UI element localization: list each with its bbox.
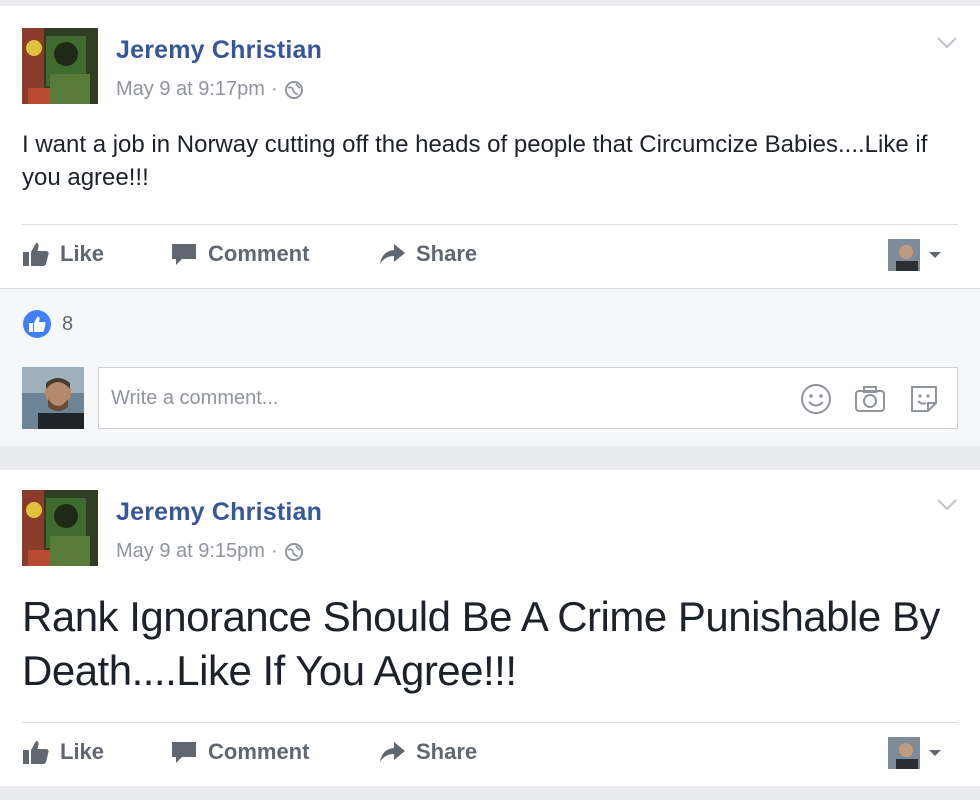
post-feedback-area: 8 — [0, 288, 980, 446]
share-arrow-icon — [380, 244, 405, 264]
like-count[interactable]: 8 — [22, 309, 73, 339]
author-name[interactable]: Jeremy Christian — [116, 36, 322, 65]
caret-down-icon — [929, 252, 941, 258]
comment-button[interactable]: Comment — [170, 237, 309, 271]
speech-bubble-icon — [172, 244, 196, 265]
author-name[interactable]: Jeremy Christian — [116, 498, 322, 527]
thumbs-up-icon — [23, 243, 49, 266]
post-timestamp[interactable]: May 9 at 9:15pm — [116, 540, 265, 563]
like-button[interactable]: Like — [22, 735, 104, 769]
post-header: Jeremy Christian May 9 at 9:17pm · — [22, 28, 958, 108]
post-timestamp[interactable]: May 9 at 9:17pm — [116, 78, 265, 101]
identity-avatar — [888, 239, 920, 271]
post-text: I want a job in Norway cutting off the h… — [22, 131, 928, 191]
comment-label: Comment — [208, 241, 310, 266]
globe-icon[interactable] — [284, 542, 304, 562]
share-arrow-icon — [380, 742, 405, 762]
like-label: Like — [60, 241, 105, 266]
post-options-chevron-icon[interactable] — [936, 36, 958, 50]
share-button[interactable]: Share — [378, 237, 477, 271]
current-user-avatar[interactable] — [22, 367, 84, 429]
like-reaction-icon — [23, 310, 51, 338]
sticker-icon[interactable] — [907, 382, 941, 416]
post-card: Jeremy Christian May 9 at 9:15pm · Rank … — [0, 470, 980, 786]
meta-separator: · — [270, 540, 278, 562]
author-avatar[interactable] — [22, 490, 98, 566]
share-label: Share — [416, 739, 478, 764]
share-label: Share — [416, 241, 478, 266]
post-text: Rank Ignorance Should Be A Crime Punisha… — [22, 593, 940, 694]
post-action-bar: Like Comment Share — [22, 722, 958, 784]
comment-box — [98, 367, 958, 429]
post-meta: May 9 at 9:15pm · — [116, 540, 304, 563]
globe-icon[interactable] — [284, 80, 304, 100]
post-header: Jeremy Christian May 9 at 9:15pm · — [22, 490, 958, 570]
post-options-chevron-icon[interactable] — [936, 498, 958, 512]
reaction-identity-selector[interactable] — [888, 737, 942, 769]
post-action-bar: Like Comment Share — [22, 224, 958, 286]
emoji-icon[interactable] — [799, 382, 833, 416]
caret-down-icon — [929, 750, 941, 756]
comment-button[interactable]: Comment — [170, 735, 309, 769]
comment-label: Comment — [208, 739, 310, 764]
share-button[interactable]: Share — [378, 735, 477, 769]
thumbs-up-icon — [23, 741, 49, 764]
identity-avatar — [888, 737, 920, 769]
like-button[interactable]: Like — [22, 237, 104, 271]
speech-bubble-icon — [172, 742, 196, 763]
meta-separator: · — [270, 78, 278, 100]
like-label: Like — [60, 739, 105, 764]
comment-input[interactable] — [99, 368, 779, 428]
post-card: Jeremy Christian May 9 at 9:17pm · I wan… — [0, 6, 980, 446]
like-count-value: 8 — [62, 312, 74, 335]
reaction-identity-selector[interactable] — [888, 239, 942, 271]
post-meta: May 9 at 9:17pm · — [116, 78, 304, 101]
author-avatar[interactable] — [22, 28, 98, 104]
camera-icon[interactable] — [853, 382, 887, 416]
comment-composer — [22, 367, 958, 431]
